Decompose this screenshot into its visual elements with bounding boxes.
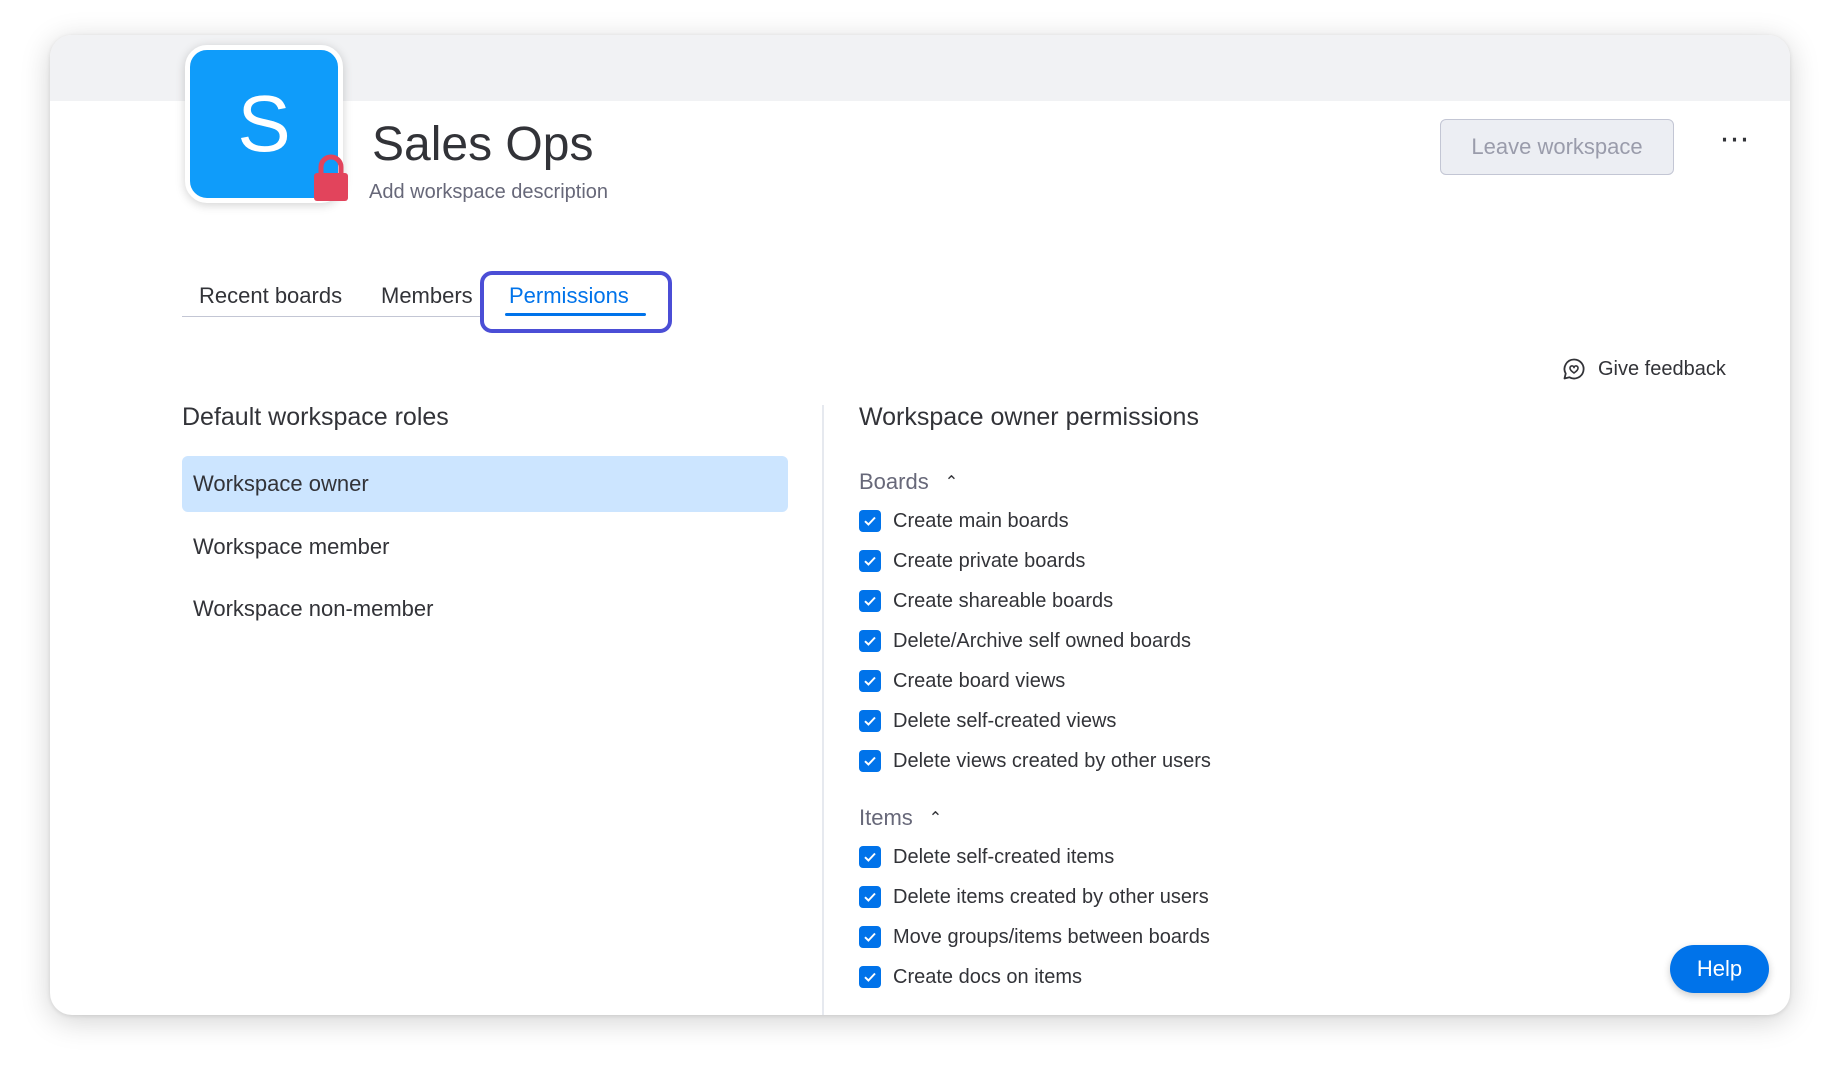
- check-icon: [864, 892, 876, 902]
- permission-delete-items-by-others[interactable]: Delete items created by other users: [859, 885, 1209, 909]
- help-button[interactable]: Help: [1670, 945, 1769, 993]
- permission-label: Create main boards: [893, 509, 1069, 532]
- tab-members[interactable]: Members: [381, 283, 473, 309]
- section-items[interactable]: Items ⌃: [859, 805, 942, 831]
- check-icon: [864, 636, 876, 646]
- leave-workspace-button[interactable]: Leave workspace: [1440, 119, 1674, 175]
- check-icon: [864, 756, 876, 766]
- checkbox[interactable]: [859, 966, 881, 988]
- workspace-title[interactable]: Sales Ops: [372, 117, 593, 172]
- give-feedback-button[interactable]: Give feedback: [1562, 357, 1726, 381]
- panel-divider: [822, 405, 824, 1015]
- permission-label: Delete views created by other users: [893, 749, 1211, 772]
- check-icon: [864, 852, 876, 862]
- permission-create-board-views[interactable]: Create board views: [859, 669, 1065, 693]
- permission-label: Delete/Archive self owned boards: [893, 629, 1191, 652]
- check-icon: [864, 596, 876, 606]
- permission-delete-self-created-views[interactable]: Delete self-created views: [859, 709, 1116, 733]
- checkbox[interactable]: [859, 846, 881, 868]
- chevron-up-icon[interactable]: ⌃: [929, 808, 942, 828]
- permission-delete-archive-self-owned-boards[interactable]: Delete/Archive self owned boards: [859, 629, 1191, 653]
- permission-move-groups-items[interactable]: Move groups/items between boards: [859, 925, 1210, 949]
- permission-label: Delete self-created items: [893, 845, 1115, 868]
- check-icon: [864, 676, 876, 686]
- permission-create-main-boards[interactable]: Create main boards: [859, 509, 1069, 533]
- check-icon: [864, 556, 876, 566]
- permissions-title: Workspace owner permissions: [859, 403, 1199, 431]
- more-options-icon[interactable]: ⋯: [1715, 125, 1755, 166]
- check-icon: [864, 972, 876, 982]
- section-boards[interactable]: Boards ⌃: [859, 469, 958, 495]
- checkbox[interactable]: [859, 710, 881, 732]
- check-icon: [864, 716, 876, 726]
- checkbox[interactable]: [859, 886, 881, 908]
- tabs-divider: [182, 316, 482, 317]
- permission-label: Create board views: [893, 669, 1066, 692]
- chevron-up-icon[interactable]: ⌃: [945, 472, 958, 492]
- permission-label: Move groups/items between boards: [893, 925, 1210, 948]
- permission-label: Create shareable boards: [893, 589, 1114, 612]
- checkbox[interactable]: [859, 926, 881, 948]
- checkbox[interactable]: [859, 750, 881, 772]
- permission-delete-views-by-others[interactable]: Delete views created by other users: [859, 749, 1211, 773]
- check-icon: [864, 932, 876, 942]
- role-workspace-member[interactable]: Workspace member: [182, 519, 788, 575]
- checkbox[interactable]: [859, 550, 881, 572]
- check-icon: [864, 516, 876, 526]
- role-workspace-owner[interactable]: Workspace owner: [182, 456, 788, 512]
- section-items-label: Items: [859, 805, 913, 830]
- workspace-initial: S: [237, 79, 291, 168]
- tab-highlight-box: [480, 271, 672, 333]
- checkbox[interactable]: [859, 670, 881, 692]
- role-workspace-non-member[interactable]: Workspace non-member: [182, 581, 788, 637]
- app-window: S Sales Ops Add workspace description Le…: [50, 35, 1790, 1015]
- permission-create-shareable-boards[interactable]: Create shareable boards: [859, 589, 1113, 613]
- permission-label: Delete items created by other users: [893, 885, 1209, 908]
- workspace-description-input[interactable]: Add workspace description: [369, 181, 608, 204]
- checkbox[interactable]: [859, 510, 881, 532]
- permission-label: Delete self-created views: [893, 709, 1117, 732]
- lock-icon: [314, 154, 348, 201]
- tab-recent-boards[interactable]: Recent boards: [199, 283, 342, 309]
- permission-label: Create docs on items: [893, 965, 1082, 988]
- feedback-icon: [1563, 358, 1585, 380]
- permission-label: Create private boards: [893, 549, 1086, 572]
- checkbox[interactable]: [859, 590, 881, 612]
- permission-create-private-boards[interactable]: Create private boards: [859, 549, 1085, 573]
- checkbox[interactable]: [859, 630, 881, 652]
- roles-title: Default workspace roles: [182, 403, 449, 431]
- give-feedback-label: Give feedback: [1598, 357, 1726, 380]
- section-boards-label: Boards: [859, 469, 929, 494]
- permission-create-docs-on-items[interactable]: Create docs on items: [859, 965, 1082, 989]
- permission-delete-self-created-items[interactable]: Delete self-created items: [859, 845, 1114, 869]
